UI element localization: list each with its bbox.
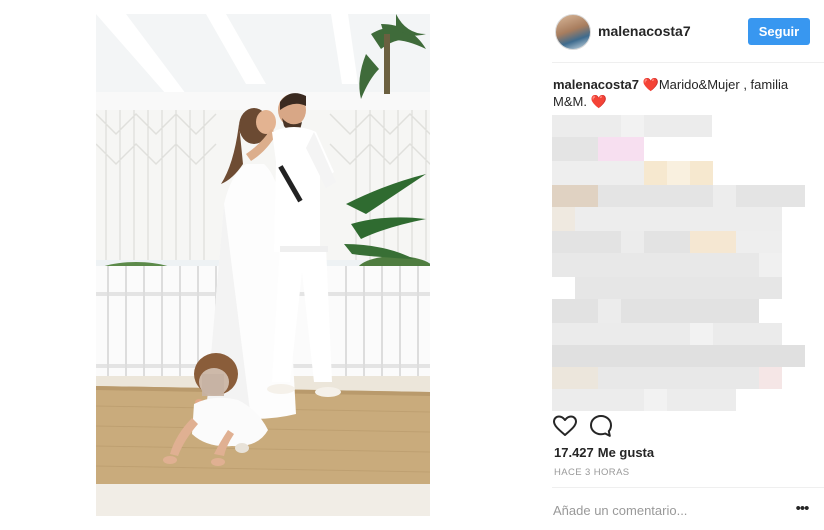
post-timestamp[interactable]: HACE 3 HORAS: [554, 467, 630, 478]
comment-input[interactable]: [552, 498, 783, 522]
comment-divider: [552, 487, 824, 488]
heart-emoji-end: ❤️: [590, 94, 607, 109]
likes-number: 17.427: [554, 445, 594, 460]
pixelated-comments-graphic: [552, 115, 805, 411]
likes-label: Me gusta: [597, 445, 655, 460]
heart-emoji: ❤️: [642, 77, 659, 92]
follow-button[interactable]: Seguir: [748, 18, 810, 45]
speech-bubble-icon[interactable]: [588, 413, 614, 439]
pixelated-comments: [552, 115, 805, 411]
likes-count[interactable]: 17.427 Me gusta: [554, 445, 654, 460]
heart-outline-icon[interactable]: [552, 413, 578, 439]
header-divider: [552, 62, 824, 63]
post-caption: malenacosta7 ❤️Marido&Mujer , familia M&…: [553, 76, 805, 110]
post-photo[interactable]: [96, 14, 430, 516]
post-username[interactable]: malenacosta7: [598, 23, 691, 39]
avatar[interactable]: [555, 14, 591, 50]
post-panel: malenacosta7 Seguir malenacosta7 ❤️Marid…: [552, 0, 824, 530]
ellipsis-icon[interactable]: •••: [792, 498, 812, 522]
wedding-photo: [96, 14, 430, 516]
caption-username[interactable]: malenacosta7: [553, 77, 639, 92]
